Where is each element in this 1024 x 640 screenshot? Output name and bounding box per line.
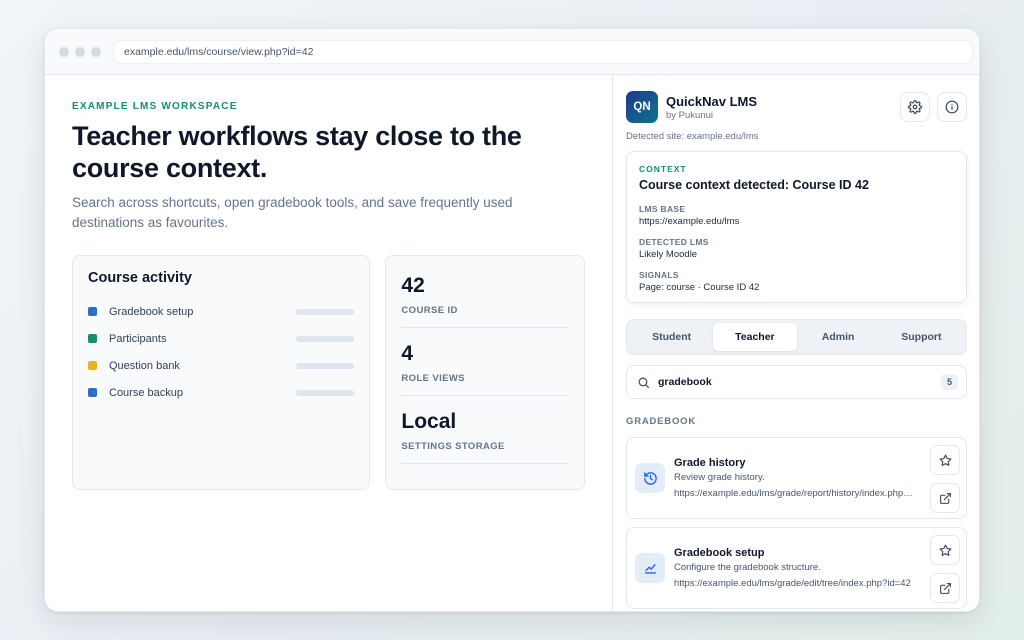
stat-role-views: 4 ROLE VIEWS bbox=[401, 328, 569, 396]
detected-lms-label: DETECTED LMS bbox=[639, 237, 709, 247]
favourite-button[interactable] bbox=[930, 445, 960, 475]
activity-placeholder-bar bbox=[296, 308, 355, 315]
stat-value: 4 bbox=[401, 342, 414, 365]
star-icon bbox=[939, 544, 951, 556]
activity-placeholder-bar bbox=[296, 362, 355, 369]
result-item-grade-history[interactable]: Grade history Review grade history. http… bbox=[626, 437, 967, 519]
external-link-icon bbox=[939, 582, 951, 594]
activity-label: Question bank bbox=[109, 359, 180, 372]
result-title: Grade history bbox=[674, 457, 746, 469]
activity-label: Course backup bbox=[109, 386, 183, 399]
app-name: QuickNav LMS bbox=[666, 93, 758, 109]
open-external-button[interactable] bbox=[930, 573, 960, 603]
stat-course-id: 42 COURSE ID bbox=[401, 260, 569, 328]
signals-value: Page: course · Course ID 42 bbox=[639, 282, 760, 293]
stat-label: SETTINGS STORAGE bbox=[401, 441, 505, 452]
tab-teacher[interactable]: Teacher bbox=[713, 323, 797, 351]
tab-support[interactable]: Support bbox=[880, 323, 963, 351]
hero-eyebrow: EXAMPLE LMS WORKSPACE bbox=[72, 101, 238, 112]
result-url: https://example.edu/lms/grade/edit/tree/… bbox=[674, 578, 911, 589]
activity-item[interactable]: Gradebook setup bbox=[88, 298, 355, 325]
activity-color-marker bbox=[88, 388, 97, 397]
search-icon bbox=[638, 377, 650, 388]
activity-item[interactable]: Question bank bbox=[88, 352, 355, 379]
activity-color-marker bbox=[88, 334, 97, 343]
window-close-dot[interactable] bbox=[59, 46, 69, 57]
result-count-badge: 5 bbox=[940, 374, 958, 390]
external-link-icon bbox=[939, 492, 951, 504]
star-icon bbox=[939, 454, 951, 466]
favourite-button[interactable] bbox=[930, 535, 960, 565]
window-maximize-dot[interactable] bbox=[91, 46, 101, 57]
lms-page: EXAMPLE LMS WORKSPACE Teacher workflows … bbox=[45, 75, 613, 611]
stat-settings-storage: Local SETTINGS STORAGE bbox=[401, 396, 569, 464]
context-title: Course context detected: Course ID 42 bbox=[639, 178, 869, 192]
info-icon bbox=[945, 100, 959, 114]
detected-site: Detected site: example.edu/lms bbox=[626, 131, 759, 142]
context-card: CONTEXT Course context detected: Course … bbox=[626, 151, 967, 303]
course-activity-title: Course activity bbox=[88, 270, 192, 286]
signals-label: SIGNALS bbox=[639, 270, 679, 280]
gear-icon bbox=[908, 100, 922, 114]
quicknav-logo: QN bbox=[626, 91, 658, 123]
course-activity-card: Course activity Gradebook setup Participa… bbox=[72, 255, 371, 490]
result-title: Gradebook setup bbox=[674, 547, 765, 559]
stat-value: Local bbox=[401, 410, 457, 433]
activity-item[interactable]: Participants bbox=[88, 325, 355, 352]
chart-line-icon bbox=[635, 553, 665, 583]
search-input[interactable] bbox=[658, 376, 941, 388]
stat-label: COURSE ID bbox=[401, 305, 458, 316]
search-box: 5 bbox=[626, 365, 967, 399]
address-bar-url: example.edu/lms/course/view.php?id=42 bbox=[124, 45, 314, 58]
info-button[interactable] bbox=[937, 92, 967, 122]
browser-window: example.edu/lms/course/view.php?id=42 EX… bbox=[44, 28, 980, 612]
result-description: Configure the gradebook structure. bbox=[674, 562, 821, 573]
browser-toolbar: example.edu/lms/course/view.php?id=42 bbox=[45, 29, 979, 75]
hero-lead: Search across shortcuts, open gradebook … bbox=[72, 195, 513, 230]
result-url: https://example.edu/lms/grade/report/his… bbox=[674, 488, 916, 499]
role-tabs: Student Teacher Admin Support bbox=[626, 319, 967, 355]
tab-student[interactable]: Student bbox=[630, 323, 713, 351]
lms-base-value: https://example.edu/lms bbox=[639, 216, 740, 227]
quicknav-panel: QN QuickNav LMS by Pukunui Detected site… bbox=[613, 75, 979, 611]
stat-value: 42 bbox=[401, 274, 425, 297]
app-author: by Pukunui bbox=[666, 109, 714, 121]
tab-admin[interactable]: Admin bbox=[797, 323, 880, 351]
activity-placeholder-bar bbox=[296, 389, 355, 396]
history-icon bbox=[635, 463, 665, 493]
section-heading: GRADEBOOK bbox=[626, 416, 697, 427]
activity-item[interactable]: Course backup bbox=[88, 379, 355, 406]
activity-label: Gradebook setup bbox=[109, 305, 194, 318]
open-external-button[interactable] bbox=[930, 483, 960, 513]
activity-color-marker bbox=[88, 307, 97, 316]
lms-base-label: LMS BASE bbox=[639, 204, 686, 214]
context-eyebrow: CONTEXT bbox=[639, 164, 687, 174]
stat-label: ROLE VIEWS bbox=[401, 373, 466, 384]
window-minimize-dot[interactable] bbox=[75, 46, 85, 57]
stats-card: 42 COURSE ID 4 ROLE VIEWS Local SETTINGS… bbox=[385, 255, 585, 490]
address-bar[interactable]: example.edu/lms/course/view.php?id=42 bbox=[113, 39, 973, 64]
result-description: Review grade history. bbox=[674, 472, 765, 483]
activity-color-marker bbox=[88, 361, 97, 370]
activity-label: Participants bbox=[109, 332, 167, 345]
result-item-gradebook-setup[interactable]: Gradebook setup Configure the gradebook … bbox=[626, 527, 967, 609]
settings-button[interactable] bbox=[900, 92, 930, 122]
activity-placeholder-bar bbox=[296, 335, 355, 342]
hero-headline: Teacher workflows stay close to the cour… bbox=[72, 121, 522, 183]
detected-lms-value: Likely Moodle bbox=[639, 249, 698, 260]
